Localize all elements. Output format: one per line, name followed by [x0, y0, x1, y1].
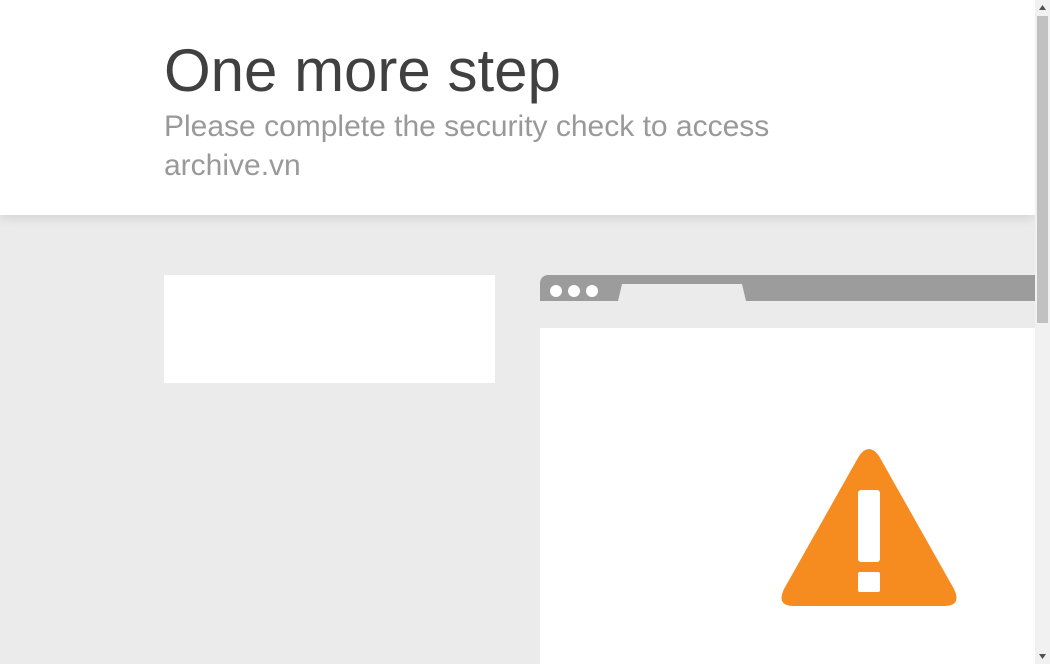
- warning-icon: [781, 449, 957, 606]
- vertical-scrollbar[interactable]: [1035, 0, 1050, 664]
- page-title: One more step: [164, 37, 561, 104]
- scroll-down-arrow-icon[interactable]: [1035, 649, 1050, 664]
- page-header: One more step Please complete the securi…: [0, 0, 1035, 215]
- browser-tab: [618, 284, 746, 301]
- scrollbar-thumb[interactable]: [1037, 16, 1048, 323]
- browser-content: [540, 328, 1035, 664]
- security-check-widget[interactable]: [164, 275, 495, 383]
- browser-toolbar: [540, 301, 1035, 328]
- main-section: [0, 215, 1035, 664]
- window-dot-icon: [586, 285, 598, 297]
- browser-title-bar: [540, 275, 1035, 301]
- window-dot-icon: [568, 285, 580, 297]
- browser-illustration: [540, 275, 1035, 664]
- page-subtitle: Please complete the security check to ac…: [164, 110, 770, 182]
- scroll-up-arrow-icon[interactable]: [1035, 0, 1050, 15]
- window-dot-icon: [550, 285, 562, 297]
